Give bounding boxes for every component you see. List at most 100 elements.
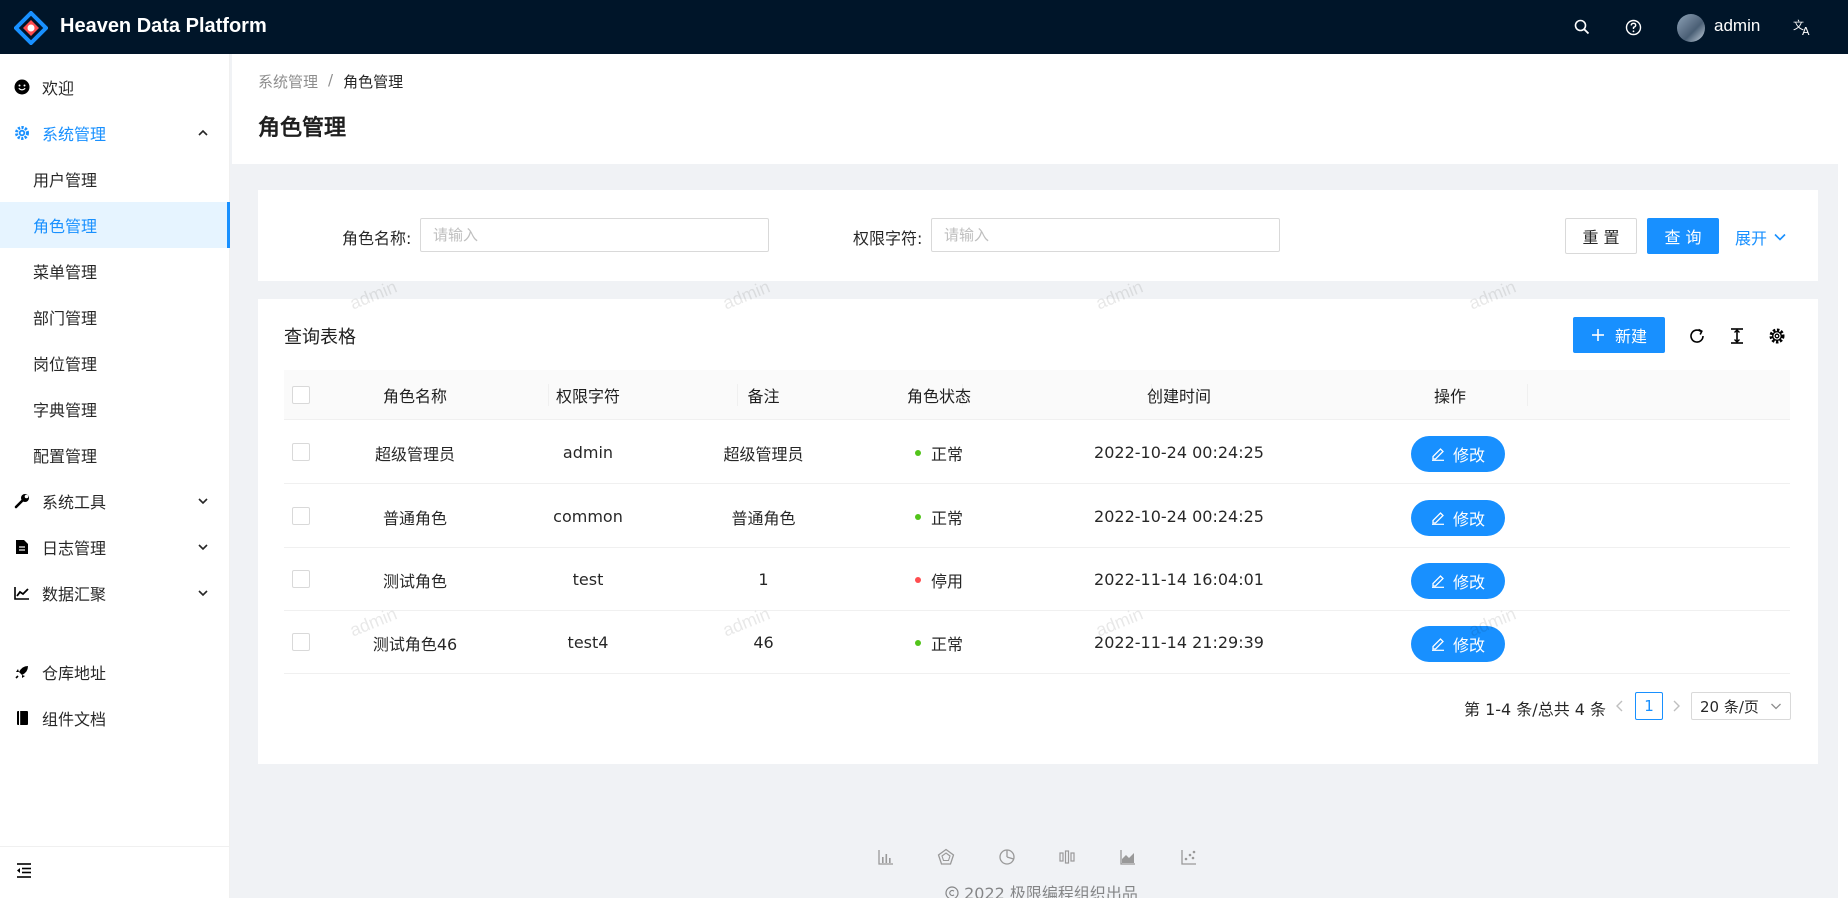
chevron-down-icon [198, 590, 208, 597]
box-plot-icon[interactable] [1058, 848, 1076, 866]
footer-copyright: 2022 极限编程组织出品 [945, 880, 1138, 898]
row-checkbox[interactable] [292, 507, 310, 525]
sidebar-item-component-docs[interactable]: 组件文档 [0, 695, 230, 741]
edit-button[interactable]: 修改 [1411, 563, 1505, 599]
sidebar-item-label: 仓库地址 [42, 664, 107, 683]
sidebar-item-welcome[interactable]: 欢迎 [0, 64, 230, 110]
role-name-label: 角色名称: [342, 229, 412, 248]
sidebar-item-label: 角色管理 [33, 217, 98, 236]
search-icon[interactable] [1570, 15, 1594, 39]
question-icon[interactable] [1621, 15, 1645, 39]
sidebar-item-config-management[interactable]: 配置管理 [0, 432, 230, 478]
table-card: 查询表格 新建 角色名称 权限字符 备注 角色状态 创建时间 操作 超级管理员 … [258, 299, 1818, 764]
column-header-status[interactable]: 角色状态 [859, 370, 1019, 420]
select-all-checkbox[interactable] [292, 386, 310, 404]
sidebar-item-repo-address[interactable]: 仓库地址 [0, 649, 230, 695]
perm-key-input[interactable] [931, 218, 1280, 252]
query-button[interactable]: 查 询 [1647, 218, 1719, 254]
bar-chart-icon[interactable] [877, 848, 895, 866]
dot-chart-icon[interactable] [1180, 848, 1198, 866]
smile-icon [14, 79, 30, 95]
copyright-text: 2022 极限编程组织出品 [964, 884, 1138, 898]
row-checkbox[interactable] [292, 570, 310, 588]
book-icon [14, 710, 30, 726]
sidebar-item-data-aggregation[interactable]: 数据汇聚 [0, 570, 230, 616]
logo-icon[interactable] [14, 11, 48, 45]
cell-perm-key: test [572, 570, 604, 589]
radar-chart-icon[interactable] [937, 848, 955, 866]
sidebar-item-system-management[interactable]: 系统管理 [0, 110, 230, 156]
plus-icon [1591, 329, 1604, 341]
sidebar-item-post-management[interactable]: 岗位管理 [0, 340, 230, 386]
cell-status: 正常 [859, 421, 1019, 484]
cell-role-name: 超级管理员 [374, 444, 455, 464]
scrollbar[interactable] [1838, 54, 1848, 898]
area-chart-icon[interactable] [1119, 848, 1137, 866]
sidebar-item-dict-management[interactable]: 字典管理 [0, 386, 230, 432]
new-button[interactable]: 新建 [1573, 317, 1665, 353]
prev-page-icon[interactable] [1613, 697, 1627, 715]
table-title: 查询表格 [284, 327, 356, 348]
edit-button[interactable]: 修改 [1411, 436, 1505, 472]
sidebar: 欢迎 系统管理 用户管理 角色管理 菜单管理 部门管理 岗位管理 字典管理 配置… [0, 54, 230, 898]
sidebar-item-user-management[interactable]: 用户管理 [0, 156, 230, 202]
cell-remark: 普通角色 [731, 508, 796, 528]
status-text: 停用 [930, 571, 963, 591]
expand-toggle[interactable]: 展开 [1735, 225, 1787, 249]
role-name-input[interactable] [420, 218, 769, 252]
row-checkbox[interactable] [292, 443, 310, 461]
sidebar-item-menu-management[interactable]: 菜单管理 [0, 248, 230, 294]
cell-created: 2022-10-24 00:24:25 [1094, 443, 1264, 462]
table-row: 超级管理员 admin 超级管理员 正常 2022-10-24 00:24:25… [284, 421, 1790, 484]
cell-status: 停用 [859, 548, 1019, 611]
app-title[interactable]: Heaven Data Platform [60, 15, 267, 38]
sidebar-item-department-management[interactable]: 部门管理 [0, 294, 230, 340]
reset-button[interactable]: 重 置 [1565, 218, 1637, 254]
sidebar-item-label: 配置管理 [33, 447, 98, 466]
sidebar-item-label: 用户管理 [33, 171, 98, 190]
table-header: 角色名称 权限字符 备注 角色状态 创建时间 操作 [284, 370, 1790, 420]
breadcrumb-item[interactable]: 系统管理 [258, 71, 318, 92]
table-row: 测试角色 test 1 停用 2022-11-14 16:04:01 修改 [284, 548, 1790, 611]
translate-icon[interactable]: 文A [1791, 15, 1815, 39]
pie-chart-icon[interactable] [998, 848, 1016, 866]
rocket-icon [14, 664, 30, 680]
sidebar-item-log-management[interactable]: 日志管理 [0, 524, 230, 570]
status-dot [914, 513, 921, 520]
page-size-select[interactable]: 20 条/页 [1691, 692, 1791, 720]
page-number[interactable]: 1 [1635, 692, 1663, 720]
column-header-perm-key[interactable]: 权限字符 [508, 370, 668, 420]
column-header-role-name[interactable]: 角色名称 [324, 370, 506, 420]
gear-icon [14, 125, 30, 141]
sidebar-item-role-management[interactable]: 角色管理 [0, 202, 230, 248]
column-header-created[interactable]: 创建时间 [1019, 370, 1339, 420]
line-chart-icon [14, 585, 30, 601]
edit-label: 修改 [1452, 573, 1485, 592]
column-header-actions: 操作 [1433, 387, 1466, 406]
settings-icon[interactable] [1766, 325, 1788, 347]
table-row: 普通角色 common 普通角色 正常 2022-10-24 00:24:25 … [284, 485, 1790, 548]
column-header-remark[interactable]: 备注 [668, 370, 859, 420]
sidebar-item-label: 部门管理 [33, 309, 98, 328]
cell-perm-key: test4 [567, 633, 609, 652]
cell-remark: 1 [758, 570, 769, 589]
edit-button[interactable]: 修改 [1411, 626, 1505, 662]
page-size-value: 20 条/页 [1700, 697, 1759, 716]
chevron-down-icon [198, 544, 208, 551]
status-text: 正常 [930, 444, 963, 464]
username[interactable]: admin [1714, 16, 1760, 36]
pagination-total: 第 1-4 条/总共 4 条 [1464, 700, 1607, 719]
page-header: 系统管理 / 角色管理 角色管理 [232, 54, 1848, 164]
reload-icon[interactable] [1686, 325, 1708, 347]
avatar[interactable] [1677, 14, 1705, 42]
next-page-icon[interactable] [1669, 697, 1683, 715]
menu-fold-icon[interactable] [14, 860, 34, 880]
cell-created: 2022-10-24 00:24:25 [1094, 507, 1264, 526]
edit-button[interactable]: 修改 [1411, 500, 1505, 536]
sidebar-item-label: 字典管理 [33, 401, 98, 420]
edit-icon [1431, 448, 1444, 461]
sidebar-item-label: 日志管理 [42, 539, 107, 558]
sidebar-item-system-tools[interactable]: 系统工具 [0, 478, 230, 524]
row-checkbox[interactable] [292, 633, 310, 651]
column-height-icon[interactable] [1726, 325, 1748, 347]
